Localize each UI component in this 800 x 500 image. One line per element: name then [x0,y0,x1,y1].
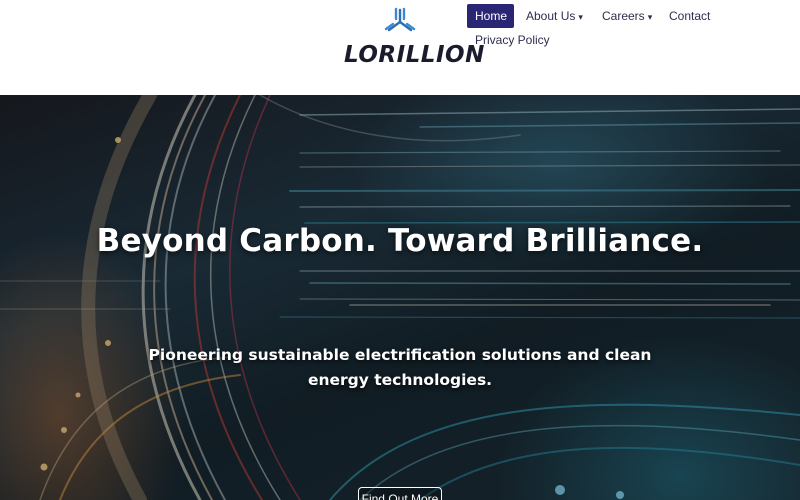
nav-home[interactable]: Home [467,4,514,28]
nav-about-us-label: About Us [526,9,576,23]
hero-subtitle: Pioneering sustainable electrification s… [148,346,652,389]
nav-contact[interactable]: Contact [669,4,710,28]
site-header: LORILLION Home About Us ▾ Careers ▾ Contac… [0,0,800,95]
hero-section: Beyond Carbon. Toward Brilliance. Pionee… [0,95,800,500]
nav-home-label: Home [475,9,508,23]
nav-privacy-policy-label: Privacy Policy [475,33,550,47]
chevron-down-icon: ▾ [578,12,583,22]
brand-logo[interactable]: LORILLION [342,6,484,70]
page: LORILLION Home About Us ▾ Careers ▾ Contac… [0,0,800,500]
tri-star-logo-icon [384,7,416,32]
chevron-down-icon: ▾ [647,12,653,22]
find-out-more-button[interactable]: Find Out More [358,487,442,500]
nav-careers-label: Careers [602,9,645,23]
hero-overlay [0,95,800,500]
brand-name: LORILLION [344,42,485,68]
main-nav: Home About Us ▾ Careers ▾ Contact Privacy … [467,4,800,54]
nav-contact-label: Contact [669,9,711,23]
nav-careers[interactable]: Careers ▾ [602,4,652,28]
nav-privacy-policy[interactable]: Privacy Policy [475,28,550,52]
nav-about-us[interactable]: About Us ▾ [526,4,583,28]
hero-title: Beyond Carbon. Toward Brilliance. [96,223,704,259]
